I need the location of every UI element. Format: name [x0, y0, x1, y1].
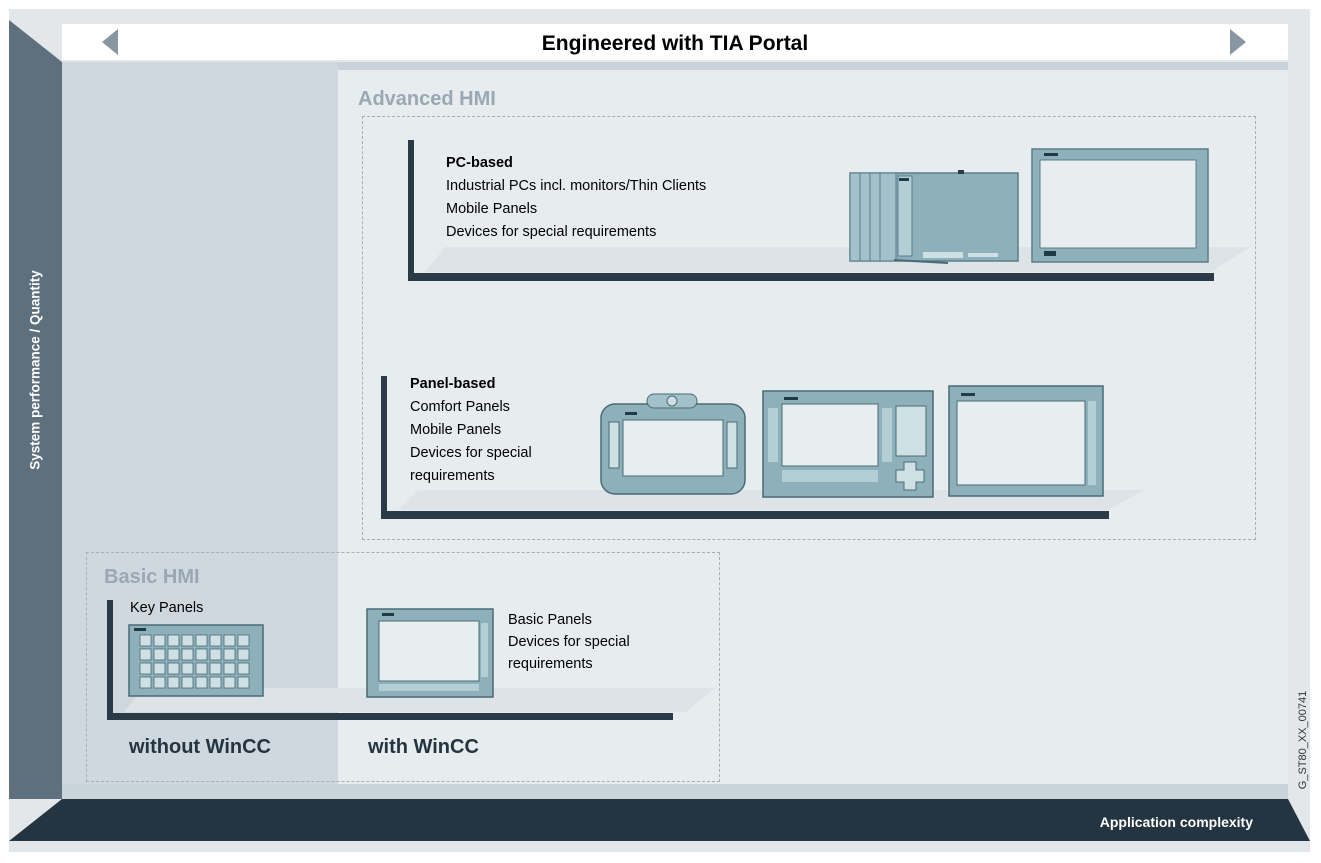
panel-based-shelf-post [381, 376, 387, 517]
diagram: Engineered with TIA Portal System perfor… [0, 0, 1321, 863]
top-banner: Engineered with TIA Portal [62, 24, 1288, 60]
advanced-hmi-title: Advanced HMI [358, 88, 496, 110]
pc-based-line-1: Industrial PCs incl. monitors/Thin Clien… [446, 178, 707, 194]
pc-based-line-2: Mobile Panels [446, 201, 538, 217]
panel-pc-monitor-image [1031, 148, 1209, 263]
comfort-key-panel-image [762, 390, 934, 498]
basic-panels-line-3: requirements [508, 656, 593, 672]
pc-based-heading: PC-based [446, 155, 513, 171]
panel-based-line-4: requirements [410, 468, 495, 484]
industrial-pc-image [849, 170, 1019, 264]
panel-based-line-2: Mobile Panels [410, 422, 502, 438]
basic-panel-image [366, 608, 494, 698]
figure-code: G_ST80_XX_00741 [1297, 690, 1309, 790]
basic-hmi-shelf-post [107, 600, 113, 719]
pc-based-line-3: Devices for special requirements [446, 224, 657, 240]
mobile-panel-image [600, 393, 746, 495]
y-axis-label: System performance / Quantity [27, 270, 43, 470]
basic-panels-line-1: Basic Panels [508, 612, 592, 628]
key-panel-image [128, 624, 264, 697]
right-arrow-icon [1230, 29, 1246, 55]
without-wincc-label: without WinCC [129, 736, 272, 758]
pc-based-shelf-post [408, 140, 414, 274]
panel-based-heading: Panel-based [410, 376, 496, 392]
with-wincc-label: with WinCC [368, 736, 479, 758]
banner-title: Engineered with TIA Portal [541, 32, 809, 55]
left-arrow-icon [102, 29, 118, 55]
key-panels-label: Key Panels [130, 600, 204, 616]
basic-panels-line-2: Devices for special [508, 634, 630, 650]
panel-based-line-1: Comfort Panels [410, 399, 510, 415]
comfort-touch-panel-image [948, 385, 1104, 497]
panel-based-line-3: Devices for special [410, 445, 532, 461]
x-axis-label: Application complexity [1099, 814, 1253, 830]
